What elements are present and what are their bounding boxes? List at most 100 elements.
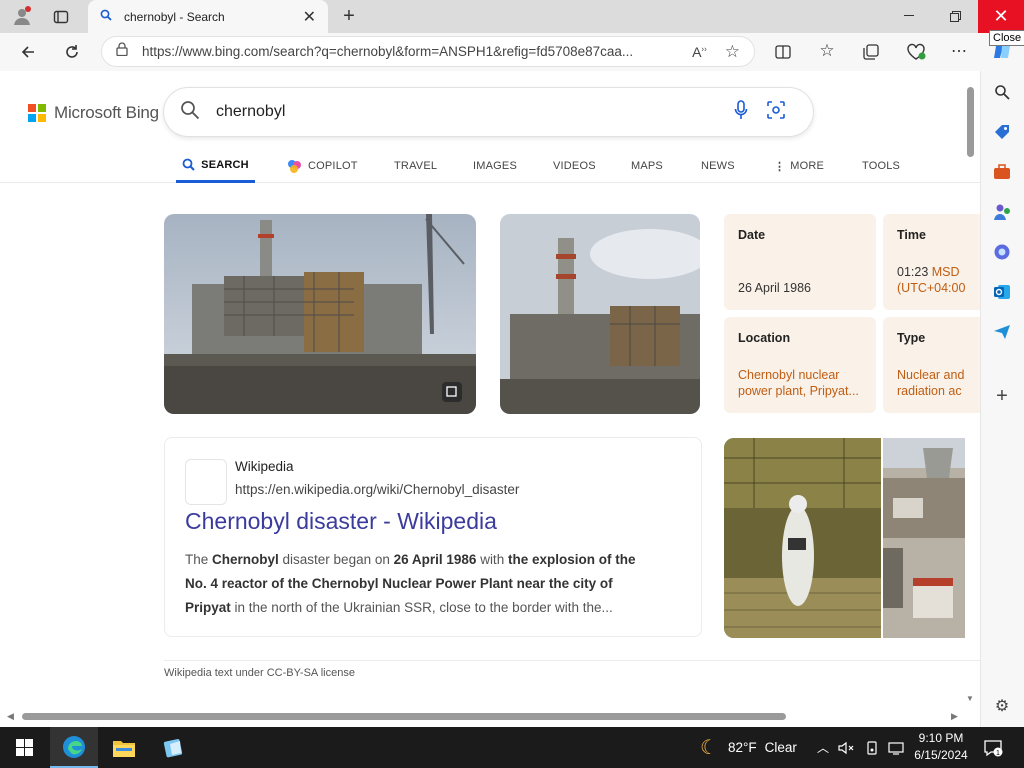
url-text: https://www.bing.com/search?q=chernobyl&… (142, 44, 634, 59)
logo-square-blue (28, 114, 36, 122)
scope-tools[interactable]: TOOLS (862, 149, 900, 183)
scope-travel[interactable]: TRAVEL (394, 149, 437, 183)
wikipedia-favicon-icon (185, 459, 227, 505)
favorite-star-icon[interactable]: ☆ (725, 42, 740, 62)
vertical-scroll-thumb[interactable] (967, 87, 974, 157)
device-icon[interactable] (862, 727, 882, 768)
horizontal-scrollbar[interactable]: ◀ ▶ (0, 709, 966, 723)
scope-label: MAPS (631, 160, 663, 172)
result-url[interactable]: https://en.wikipedia.org/wiki/Chernobyl_… (235, 482, 519, 497)
tab-actions-icon[interactable] (50, 6, 72, 28)
scroll-down-arrow-icon[interactable]: ▼ (966, 694, 974, 703)
type-link[interactable]: Nuclear and radiation ac (897, 367, 964, 399)
scope-search[interactable]: SEARCH (176, 149, 255, 183)
scope-images[interactable]: IMAGES (473, 149, 517, 183)
close-tooltip: Close (989, 30, 1024, 46)
windows-taskbar: ☾ 82°F Clear ︿ 9:10 PM 6/15/2024 1 (0, 727, 1024, 768)
lock-icon[interactable] (116, 42, 128, 61)
reactor-image-1[interactable] (164, 214, 476, 414)
type-line: Nuclear and (897, 368, 965, 382)
license-text[interactable]: Wikipedia text under CC-BY-SA license (164, 667, 355, 679)
app-icon (163, 738, 183, 757)
utc-offset-link[interactable]: (UTC+04:00 (897, 281, 965, 295)
notification-count: 1 (996, 750, 1000, 757)
start-button[interactable] (0, 727, 48, 768)
minimize-icon[interactable] (896, 6, 922, 26)
logo-square-red (28, 104, 36, 112)
profile-icon[interactable] (10, 4, 34, 28)
weather-widget[interactable]: ☾ 82°F Clear (700, 727, 797, 768)
network-icon[interactable] (886, 727, 906, 768)
search-icon[interactable] (180, 100, 200, 125)
back-icon[interactable] (16, 40, 40, 64)
split-screen-icon[interactable] (772, 41, 794, 63)
sidebar-send-icon[interactable] (991, 321, 1013, 343)
scope-news[interactable]: NEWS (701, 149, 735, 183)
sidebar-games-icon[interactable] (991, 201, 1013, 223)
taskbar-clock[interactable]: 9:10 PM 6/15/2024 (910, 730, 972, 764)
snippet-bold: 26 April 1986 (393, 552, 477, 567)
taskbar-app[interactable] (150, 727, 198, 768)
location-link[interactable]: Chernobyl nuclear power plant, Pripyat..… (738, 367, 859, 399)
result-snippet: The Chernobyl disaster began on 26 April… (185, 548, 655, 620)
snippet-text: in the north of the Ukrainian SSR, close… (230, 600, 613, 615)
show-hidden-icons-chevron-icon[interactable]: ︿ (814, 727, 832, 768)
scroll-right-arrow-icon[interactable]: ▶ (951, 711, 958, 722)
vertical-scrollbar[interactable]: ▼ (966, 81, 974, 711)
read-aloud-icon[interactable]: A›› (692, 44, 707, 60)
sidebar-add-icon[interactable]: + (991, 385, 1013, 407)
scope-label: COPILOT (308, 160, 358, 172)
search-input[interactable] (216, 103, 716, 121)
sidebar-tools-icon[interactable] (991, 161, 1013, 183)
restore-icon[interactable] (942, 6, 968, 26)
scope-label: TRAVEL (394, 160, 438, 172)
location-line: power plant, Pripyat... (738, 384, 859, 398)
bing-logo[interactable]: Microsoft Bing (28, 103, 159, 123)
tab-chernobyl-search[interactable]: chernobyl - Search ✕ (88, 0, 328, 33)
settings-more-icon[interactable]: ⋯ (948, 40, 970, 62)
taskbar-edge[interactable] (50, 727, 98, 768)
snippet-text: The (185, 552, 213, 567)
scope-videos[interactable]: VIDEOS (553, 149, 596, 183)
divider (164, 660, 980, 661)
sidebar-m365-icon[interactable] (991, 241, 1013, 263)
sidebar-outlook-icon[interactable] (991, 281, 1013, 303)
pripyat-aerial-image[interactable] (883, 438, 965, 638)
microphone-icon[interactable] (734, 99, 748, 125)
favorites-icon[interactable]: ☆ (816, 40, 838, 62)
visual-search-camera-icon[interactable] (766, 100, 786, 125)
sidebar-search-icon[interactable] (991, 81, 1013, 103)
reactor-hall-image[interactable] (724, 438, 881, 638)
scope-copilot[interactable]: COPILOT (287, 149, 358, 183)
result-site-name[interactable]: Wikipedia (235, 459, 294, 474)
result-title-link[interactable]: Chernobyl disaster - Wikipedia (185, 508, 497, 535)
logo-square-yellow (38, 114, 46, 122)
collections-icon[interactable] (860, 41, 882, 63)
fact-label: Date (738, 228, 766, 242)
scope-more[interactable]: ⋮ MORE (774, 149, 824, 183)
fact-label: Location (738, 331, 791, 345)
logo-square-green (38, 104, 46, 112)
address-bar[interactable]: https://www.bing.com/search?q=chernobyl&… (101, 36, 755, 67)
edge-browser-icon (63, 735, 85, 758)
volume-muted-icon[interactable] (836, 727, 856, 768)
fact-location-card: Location Chernobyl nuclear power plant, … (724, 317, 876, 413)
taskbar-file-explorer[interactable] (100, 727, 148, 768)
browser-essentials-icon[interactable] (904, 40, 928, 64)
snippet-text: disaster began on (278, 552, 394, 567)
reactor-image-2[interactable] (500, 214, 700, 414)
search-icon (182, 158, 195, 171)
notification-center-icon[interactable]: 1 (980, 727, 1006, 768)
window-close-button[interactable]: ✕ (978, 0, 1024, 33)
tab-close-icon[interactable]: ✕ (303, 7, 316, 27)
scope-label: NEWS (701, 160, 735, 172)
scope-maps[interactable]: MAPS (631, 149, 663, 183)
horizontal-scroll-thumb[interactable] (22, 713, 786, 720)
sidebar-settings-gear-icon[interactable]: ⚙ (991, 695, 1013, 717)
sidebar-shopping-tag-icon[interactable] (991, 121, 1013, 143)
refresh-icon[interactable] (60, 40, 84, 64)
new-tab-icon[interactable]: + (338, 5, 360, 27)
scroll-left-arrow-icon[interactable]: ◀ (7, 711, 14, 722)
snippet-bold: Chernobyl (212, 552, 279, 567)
time-zone-link[interactable]: MSD (932, 265, 960, 279)
